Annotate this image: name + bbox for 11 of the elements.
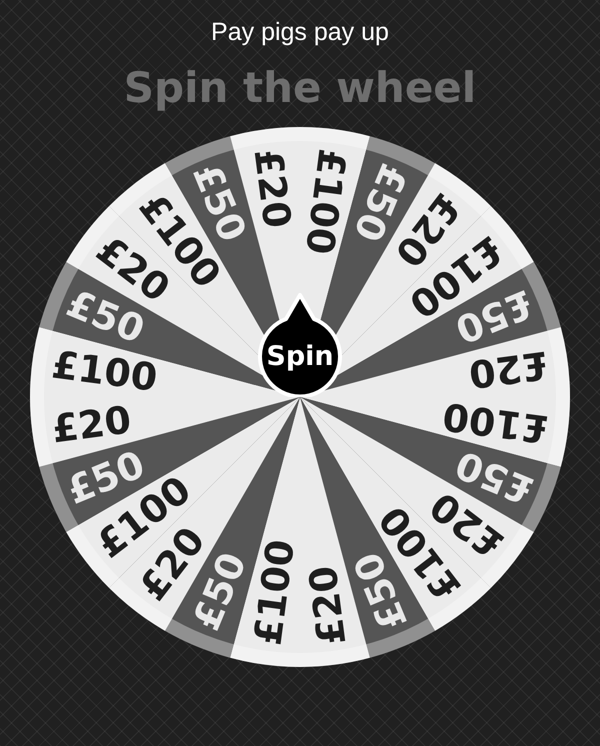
spin-button[interactable]: Spin: [258, 293, 342, 397]
segment-label: £100: [49, 342, 160, 400]
segment-label: £100: [440, 394, 551, 452]
page-heading: Spin the wheel: [124, 62, 476, 114]
segment-label: £20: [246, 146, 300, 231]
segment-label: £20: [300, 563, 354, 648]
page-title: Pay pigs pay up: [211, 17, 389, 48]
segment-label: £20: [466, 342, 551, 397]
segment-label: £100: [246, 537, 303, 648]
segment-label: £20: [49, 397, 134, 452]
segment-label: £100: [297, 146, 354, 257]
